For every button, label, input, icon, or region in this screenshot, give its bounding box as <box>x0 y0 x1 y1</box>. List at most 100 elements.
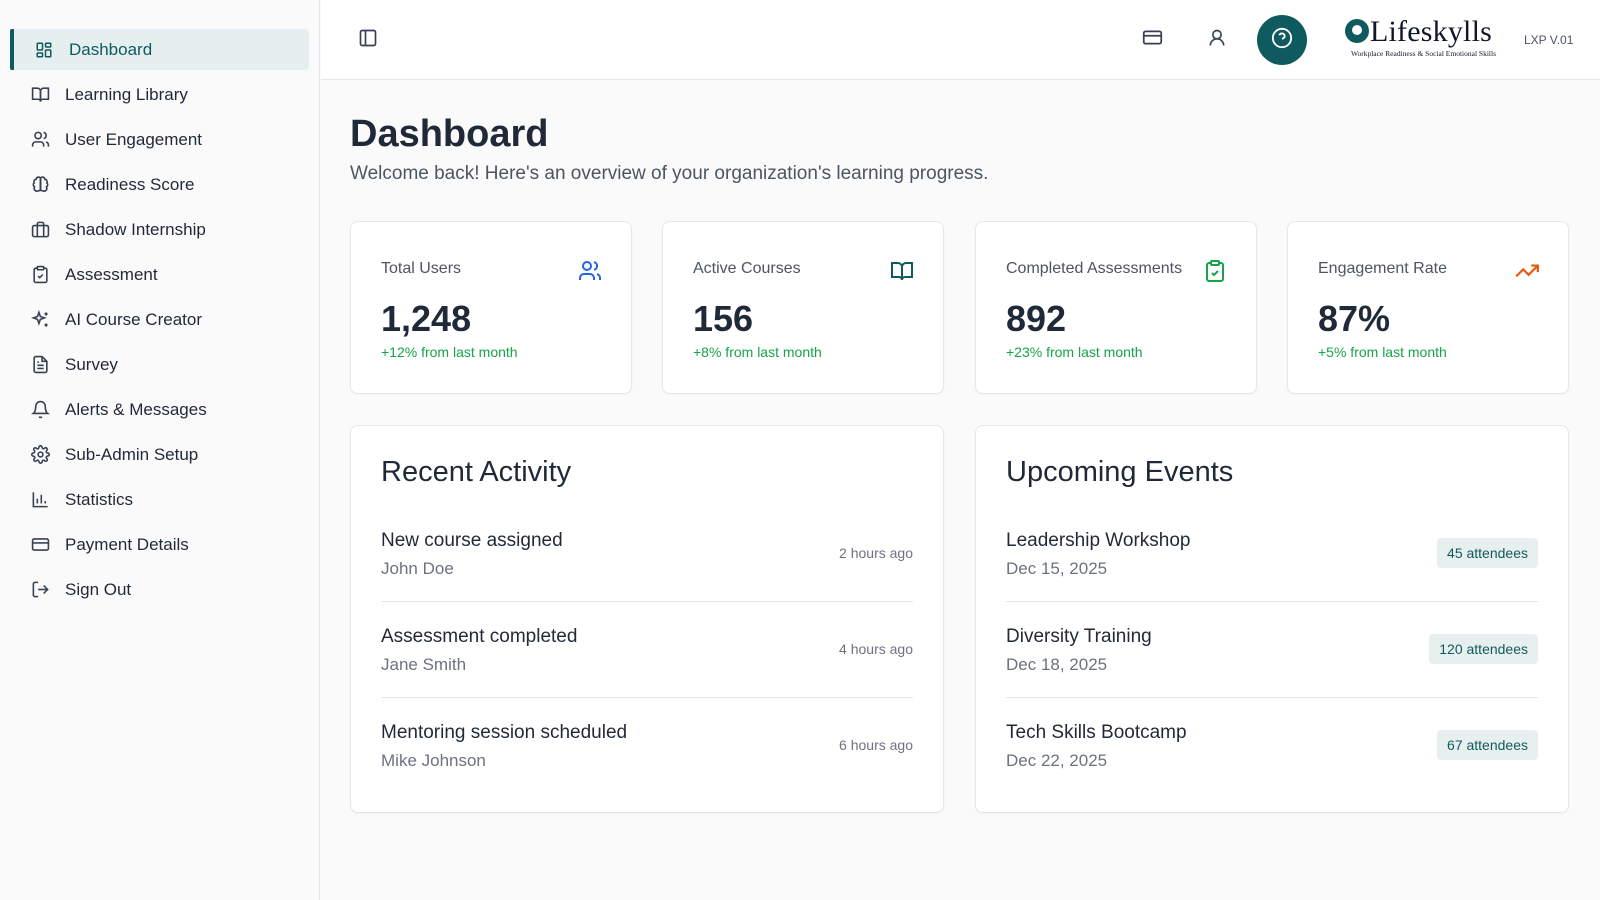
dashboard-grid-icon <box>34 40 54 60</box>
sidebar-toggle-icon <box>358 28 378 53</box>
activity-item[interactable]: Assessment completed Jane Smith 4 hours … <box>381 618 913 698</box>
sidebar-item-statistics[interactable]: Statistics <box>10 479 309 520</box>
users-icon <box>577 258 603 284</box>
event-title: Diversity Training <box>1006 626 1152 647</box>
file-text-icon <box>30 355 50 375</box>
sidebar-item-label: Dashboard <box>69 39 153 59</box>
sidebar-item-sign-out[interactable]: Sign Out <box>10 569 309 610</box>
brain-icon <box>30 175 50 195</box>
help-circle-icon <box>1271 27 1293 54</box>
page-title: Dashboard <box>350 113 549 155</box>
sidebar-item-user-engagement[interactable]: User Engagement <box>10 119 309 160</box>
stat-change: +8% from last month <box>693 344 822 360</box>
activity-title: New course assigned <box>381 530 563 551</box>
sidebar-item-label: User Engagement <box>65 129 203 149</box>
sidebar-item-label: Shadow Internship <box>65 219 206 239</box>
activity-person: Jane Smith <box>381 655 467 674</box>
activity-item[interactable]: New course assigned John Doe 2 hours ago <box>381 522 913 602</box>
activity-time: 6 hours ago <box>839 737 913 753</box>
stat-card-engagement-rate: Engagement Rate 87% +5% from last month <box>1287 221 1569 394</box>
recent-activity-panel: Recent Activity New course assigned John… <box>350 425 944 813</box>
user-icon <box>1207 28 1227 53</box>
profile-button[interactable] <box>1204 27 1230 53</box>
stat-value: 1,248 <box>381 298 472 339</box>
sidebar-item-ai-course-creator[interactable]: AI Course Creator <box>10 299 309 340</box>
event-item[interactable]: Diversity Training Dec 18, 2025 120 atte… <box>1006 618 1538 698</box>
gear-icon <box>30 445 50 465</box>
stat-value: 156 <box>693 298 754 339</box>
page-subtitle: Welcome back! Here's an overview of your… <box>350 163 989 184</box>
event-title: Leadership Workshop <box>1006 530 1191 551</box>
main-content: Dashboard Welcome back! Here's an overvi… <box>321 81 1600 900</box>
sidebar-item-label: Payment Details <box>65 534 189 554</box>
event-date: Dec 18, 2025 <box>1006 655 1108 674</box>
sidebar-item-alerts-messages[interactable]: Alerts & Messages <box>10 389 309 430</box>
event-date: Dec 15, 2025 <box>1006 559 1108 578</box>
stat-card-total-users: Total Users 1,248 +12% from last month <box>350 221 632 394</box>
stat-card-active-courses: Active Courses 156 +8% from last month <box>662 221 944 394</box>
stat-value: 87% <box>1318 298 1391 339</box>
billing-button[interactable] <box>1139 27 1165 53</box>
sidebar-item-label: Assessment <box>65 264 158 284</box>
sidebar-item-shadow-internship[interactable]: Shadow Internship <box>10 209 309 250</box>
logo-tagline: Workplace Readiness & Social Emotional S… <box>1351 49 1496 58</box>
sidebar-item-label: Sign Out <box>65 579 132 599</box>
trending-up-icon <box>1514 258 1540 284</box>
sidebar-item-dashboard[interactable]: Dashboard <box>10 29 309 70</box>
event-item[interactable]: Tech Skills Bootcamp Dec 22, 2025 67 att… <box>1006 714 1538 794</box>
activity-time: 4 hours ago <box>839 641 913 657</box>
activity-item[interactable]: Mentoring session scheduled Mike Johnson… <box>381 714 913 794</box>
logo-wordmark: Lifeskylls <box>1345 16 1505 48</box>
sidebar-item-label: AI Course Creator <box>65 309 202 329</box>
version-label: LXP V.01 <box>1524 33 1574 47</box>
book-open-icon <box>889 258 915 284</box>
sidebar-item-assessment[interactable]: Assessment <box>10 254 309 295</box>
sparkles-icon <box>30 310 50 330</box>
briefcase-icon <box>30 220 50 240</box>
attendees-badge: 45 attendees <box>1437 538 1538 568</box>
stat-label: Total Users <box>381 260 462 277</box>
help-button[interactable] <box>1257 15 1307 65</box>
attendees-badge: 67 attendees <box>1437 730 1538 760</box>
sidebar-item-readiness-score[interactable]: Readiness Score <box>10 164 309 205</box>
stat-change: +12% from last month <box>381 344 518 360</box>
sidebar-item-label: Survey <box>65 354 118 374</box>
attendees-badge: 120 attendees <box>1429 634 1538 664</box>
users-icon <box>30 130 50 150</box>
sidebar-item-learning-library[interactable]: Learning Library <box>10 74 309 115</box>
sidebar-item-survey[interactable]: Survey <box>10 344 309 385</box>
panel-title: Recent Activity <box>381 456 572 488</box>
sidebar-toggle-button[interactable] <box>355 27 381 53</box>
activity-person: Mike Johnson <box>381 751 486 770</box>
sidebar-item-label: Sub-Admin Setup <box>65 444 199 464</box>
stat-change: +23% from last month <box>1006 344 1143 360</box>
upcoming-events-panel: Upcoming Events Leadership Workshop Dec … <box>975 425 1569 813</box>
stat-label: Active Courses <box>693 260 801 277</box>
sidebar-item-payment-details[interactable]: Payment Details <box>10 524 309 565</box>
sidebar-item-label: Readiness Score <box>65 174 195 194</box>
logo-mark-icon <box>1345 19 1369 43</box>
credit-card-icon <box>1142 27 1163 53</box>
logo: Lifeskylls Workplace Readiness & Social … <box>1345 16 1505 62</box>
sidebar-item-sub-admin-setup[interactable]: Sub-Admin Setup <box>10 434 309 475</box>
clipboard-check-icon <box>30 265 50 285</box>
bell-icon <box>30 400 50 420</box>
stat-label: Engagement Rate <box>1318 260 1447 277</box>
activity-person: John Doe <box>381 559 454 578</box>
book-open-icon <box>30 85 50 105</box>
credit-card-icon <box>30 535 50 555</box>
stat-change: +5% from last month <box>1318 344 1447 360</box>
sidebar-item-label: Learning Library <box>65 84 188 104</box>
bar-chart-icon <box>30 490 50 510</box>
top-bar: Lifeskylls Workplace Readiness & Social … <box>321 0 1600 80</box>
stat-card-completed-assessments: Completed Assessments 892 +23% from last… <box>975 221 1257 394</box>
activity-time: 2 hours ago <box>839 545 913 561</box>
event-item[interactable]: Leadership Workshop Dec 15, 2025 45 atte… <box>1006 522 1538 602</box>
clipboard-check-icon <box>1202 258 1228 284</box>
sidebar: Dashboard Learning Library User Engageme… <box>0 0 320 900</box>
activity-title: Mentoring session scheduled <box>381 722 628 743</box>
sign-out-icon <box>30 580 50 600</box>
panel-title: Upcoming Events <box>1006 456 1234 488</box>
event-date: Dec 22, 2025 <box>1006 751 1108 770</box>
stat-label: Completed Assessments <box>1006 260 1183 277</box>
